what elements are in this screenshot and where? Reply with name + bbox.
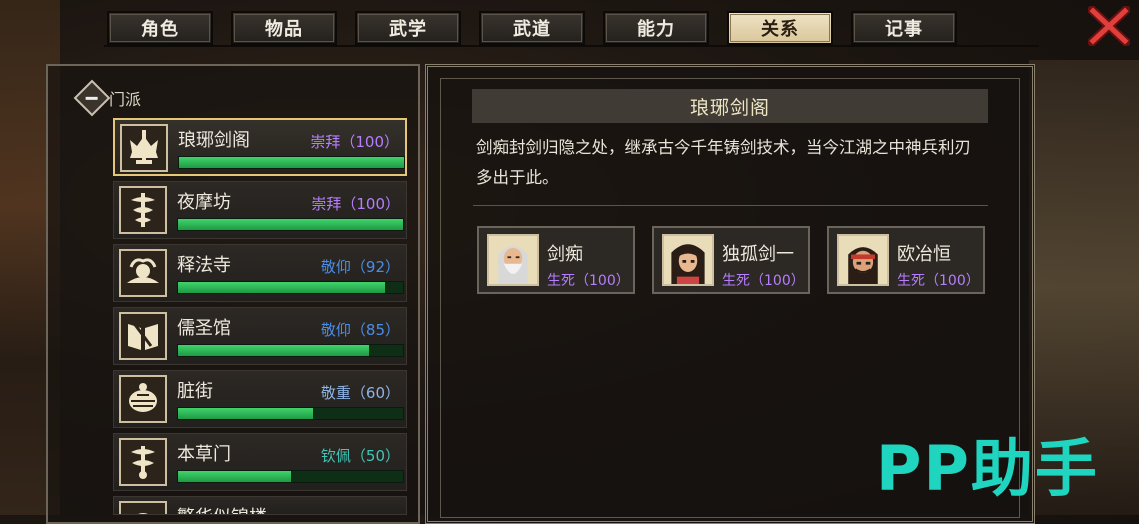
favor-bar: [177, 344, 404, 357]
faction-row[interactable]: 脏街 敬重（60）: [113, 370, 407, 428]
tab-character[interactable]: 角色: [107, 11, 213, 45]
caduceus-emblem-icon: [119, 186, 167, 234]
member-name: 剑痴: [547, 244, 583, 265]
tab-martial-way[interactable]: 武道: [479, 11, 585, 45]
crown-sword-emblem-icon: [120, 124, 168, 172]
faction-group-label: 门派: [109, 90, 142, 109]
book-emblem-icon: [119, 312, 167, 360]
collapse-minus-icon[interactable]: [73, 79, 111, 117]
tab-martial-arts[interactable]: 武学: [355, 11, 461, 45]
divider: [473, 205, 988, 206]
faction-row[interactable]: 本草门 钦佩（50）: [113, 433, 407, 491]
faction-row[interactable]: 繁华似锦楼: [113, 496, 407, 515]
member-card[interactable]: 剑痴 生死（100）: [477, 226, 635, 294]
detail-description: 剑痴封剑归隐之处，继承古今千年铸剑技术，当今江湖之中神兵利刃多出于此。: [476, 138, 971, 187]
favor-bar-fill: [178, 345, 370, 356]
faction-name: 脏街: [177, 381, 213, 402]
shell-emblem-icon: [119, 375, 167, 423]
favor-bar-fill: [178, 282, 385, 293]
old-sage-portrait: [487, 234, 539, 286]
faction-group-header[interactable]: 门派: [73, 79, 142, 117]
faction-status: 崇拜（100）: [311, 195, 400, 213]
favor-bar: [177, 407, 404, 420]
faction-name: 夜摩坊: [177, 192, 231, 213]
faction-row[interactable]: 夜摩坊 崇拜（100）: [113, 181, 407, 239]
flower-emblem-icon: [119, 501, 167, 514]
headband-smith-portrait: [837, 234, 889, 286]
member-relation: 生死（100）: [547, 273, 630, 289]
favor-bar: [178, 156, 405, 169]
faction-name: 释法寺: [177, 255, 231, 276]
tab-journal[interactable]: 记事: [851, 11, 957, 45]
long-hair-swordsman-portrait: [662, 234, 714, 286]
favor-bar-fill: [178, 219, 403, 230]
lotus-emblem-icon: [119, 249, 167, 297]
faction-status: 敬重（60）: [320, 384, 400, 402]
tab-abilities[interactable]: 能力: [603, 11, 709, 45]
tab-items[interactable]: 物品: [231, 11, 337, 45]
tab-underline: [104, 45, 1039, 47]
faction-row[interactable]: 儒圣馆 敬仰（85）: [113, 307, 407, 365]
faction-status: 敬仰（92）: [320, 258, 400, 276]
faction-status: 崇拜（100）: [310, 133, 399, 151]
favor-bar-fill: [178, 408, 313, 419]
faction-status: 敬仰（85）: [320, 321, 400, 339]
watermark-logo: PP助手: [876, 432, 1099, 505]
faction-name: 本草门: [177, 444, 231, 465]
member-card[interactable]: 独孤剑一 生死（100）: [652, 226, 810, 294]
faction-row[interactable]: 释法寺 敬仰（92）: [113, 244, 407, 302]
favor-bar: [177, 218, 404, 231]
favor-bar: [177, 470, 404, 483]
favor-bar: [177, 281, 404, 294]
faction-name: 繁华似锦楼: [177, 503, 267, 514]
favor-bar-fill: [178, 471, 291, 482]
faction-status: 钦佩（50）: [320, 447, 400, 465]
herb-emblem-icon: [119, 438, 167, 486]
faction-name: 儒圣馆: [177, 318, 231, 339]
detail-title: 琅琊剑阁: [472, 89, 988, 123]
member-name: 独孤剑一: [722, 244, 794, 265]
member-card[interactable]: 欧冶恒 生死（100）: [827, 226, 985, 294]
faction-name: 琅琊剑阁: [178, 130, 250, 151]
faction-row[interactable]: 琅琊剑阁 崇拜（100）: [113, 118, 407, 176]
tab-relations[interactable]: 关系: [727, 11, 833, 45]
favor-bar-fill: [179, 157, 404, 168]
tab-bar: 角色 物品 武学 武道 能力 关系 记事: [0, 0, 1139, 48]
member-relation: 生死（100）: [722, 273, 805, 289]
member-name: 欧冶恒: [897, 244, 951, 265]
close-icon[interactable]: [1085, 3, 1133, 49]
member-relation: 生死（100）: [897, 273, 980, 289]
